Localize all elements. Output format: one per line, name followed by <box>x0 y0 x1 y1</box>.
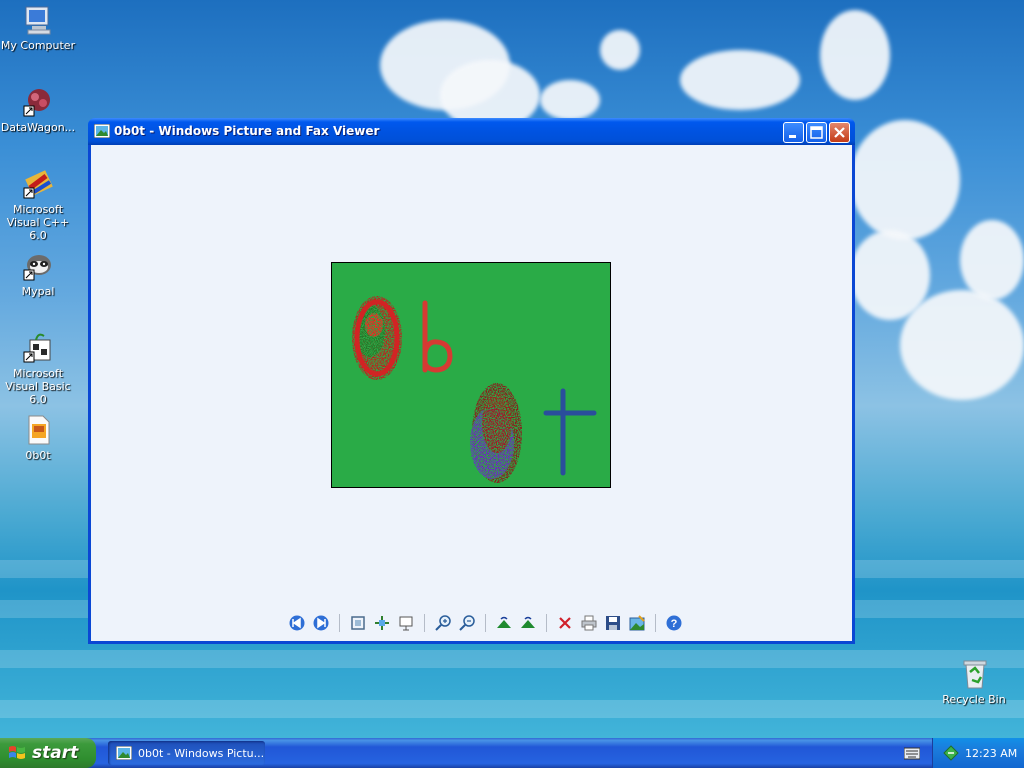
windows-logo-icon <box>9 746 25 759</box>
save-icon <box>606 616 620 630</box>
close-button[interactable] <box>829 122 850 143</box>
previous-image-icon <box>289 615 305 631</box>
picture-viewer-client-area: ? <box>91 145 852 641</box>
recycle-bin-icon <box>958 658 990 690</box>
delete-button[interactable] <box>555 613 575 633</box>
zoom-out-icon <box>459 615 475 631</box>
maximize-icon <box>810 126 823 139</box>
zoom-out-button[interactable] <box>457 613 477 633</box>
desktop-icon-label: Microsoft Visual Basic 6.0 <box>5 367 71 406</box>
picture-viewer-window: 0b0t - Windows Picture and Fax Viewer ? <box>88 118 855 644</box>
taskbar-window-label: 0b0t - Windows Pictu... <box>138 746 265 760</box>
best-fit-icon <box>351 616 365 630</box>
desktop-icon-label: DataWagon... <box>0 121 76 134</box>
svg-text:?: ? <box>671 618 678 630</box>
title-bar[interactable]: 0b0t - Windows Picture and Fax Viewer <box>88 118 855 145</box>
print-icon <box>581 615 597 631</box>
edit-icon <box>629 615 645 631</box>
minimize-icon <box>789 135 796 138</box>
desktop-icon-label: Recycle Bin <box>942 693 1006 706</box>
toolbar-separator <box>655 614 656 632</box>
window-title: 0b0t - Windows Picture and Fax Viewer <box>114 124 380 138</box>
picture-viewer-icon <box>116 746 132 760</box>
edit-button[interactable] <box>627 613 647 633</box>
visual-basic-icon <box>22 332 54 364</box>
computer-icon <box>22 4 54 36</box>
rotate-clockwise-icon <box>497 616 511 628</box>
picture-viewer-icon <box>94 124 110 138</box>
desktop-icon-label: Microsoft Visual C++ 6.0 <box>6 203 70 242</box>
desktop-icon-label: My Computer <box>0 39 76 52</box>
rotate-clockwise-button[interactable] <box>494 613 514 633</box>
keyboard-icon[interactable] <box>904 746 920 760</box>
actual-size-button[interactable] <box>372 613 392 633</box>
visual-cpp-icon <box>22 168 54 200</box>
desktop-icon-my-computer[interactable]: My Computer <box>0 4 78 52</box>
taskbar-window-button[interactable]: 0b0t - Windows Pictu... <box>108 741 265 765</box>
displayed-image <box>331 262 611 488</box>
desktop-icon-label: Mypal <box>21 285 55 298</box>
zoom-in-icon <box>435 615 451 631</box>
actual-size-icon <box>375 616 389 630</box>
help-icon: ? <box>666 615 682 631</box>
datawagon-icon <box>22 86 54 118</box>
rotate-counterclockwise-button[interactable] <box>518 613 538 633</box>
close-icon <box>834 127 845 138</box>
minimize-button[interactable] <box>783 122 804 143</box>
taskbar: start 0b0t - Windows Pictu... 12:23 AM <box>0 738 1024 768</box>
network-icon[interactable] <box>943 745 959 761</box>
help-button[interactable]: ? <box>664 613 684 633</box>
bitmap-file-icon <box>22 414 54 446</box>
toolbar-separator <box>339 614 340 632</box>
start-button[interactable]: start <box>0 738 96 768</box>
desktop-icon-visual-cpp[interactable]: Microsoft Visual C++ 6.0 <box>0 168 78 242</box>
raccoon-icon <box>22 250 54 282</box>
viewer-toolbar: ? <box>287 613 684 633</box>
desktop-icon-datawagon[interactable]: DataWagon... <box>0 86 78 134</box>
desktop-icon-mypal[interactable]: Mypal <box>0 250 78 298</box>
slideshow-button[interactable] <box>396 613 416 633</box>
slideshow-icon <box>399 616 413 631</box>
maximize-button[interactable] <box>806 122 827 143</box>
next-image-button[interactable] <box>311 613 331 633</box>
clock[interactable]: 12:23 AM <box>965 747 1017 760</box>
save-button[interactable] <box>603 613 623 633</box>
desktop-icon-0b0t[interactable]: 0b0t <box>0 414 78 462</box>
desktop-icon-visual-basic[interactable]: Microsoft Visual Basic 6.0 <box>0 332 78 406</box>
delete-icon <box>559 617 571 629</box>
toolbar-separator <box>424 614 425 632</box>
desktop-icon-recycle-bin[interactable]: Recycle Bin <box>934 658 1014 706</box>
print-button[interactable] <box>579 613 599 633</box>
rotate-counterclockwise-icon <box>521 616 535 628</box>
toolbar-separator <box>546 614 547 632</box>
system-tray: 12:23 AM <box>932 738 1024 768</box>
zoom-in-button[interactable] <box>433 613 453 633</box>
previous-image-button[interactable] <box>287 613 307 633</box>
desktop-icon-label: 0b0t <box>25 449 51 462</box>
best-fit-button[interactable] <box>348 613 368 633</box>
start-label: start <box>32 743 79 763</box>
toolbar-separator <box>485 614 486 632</box>
next-image-icon <box>313 615 329 631</box>
